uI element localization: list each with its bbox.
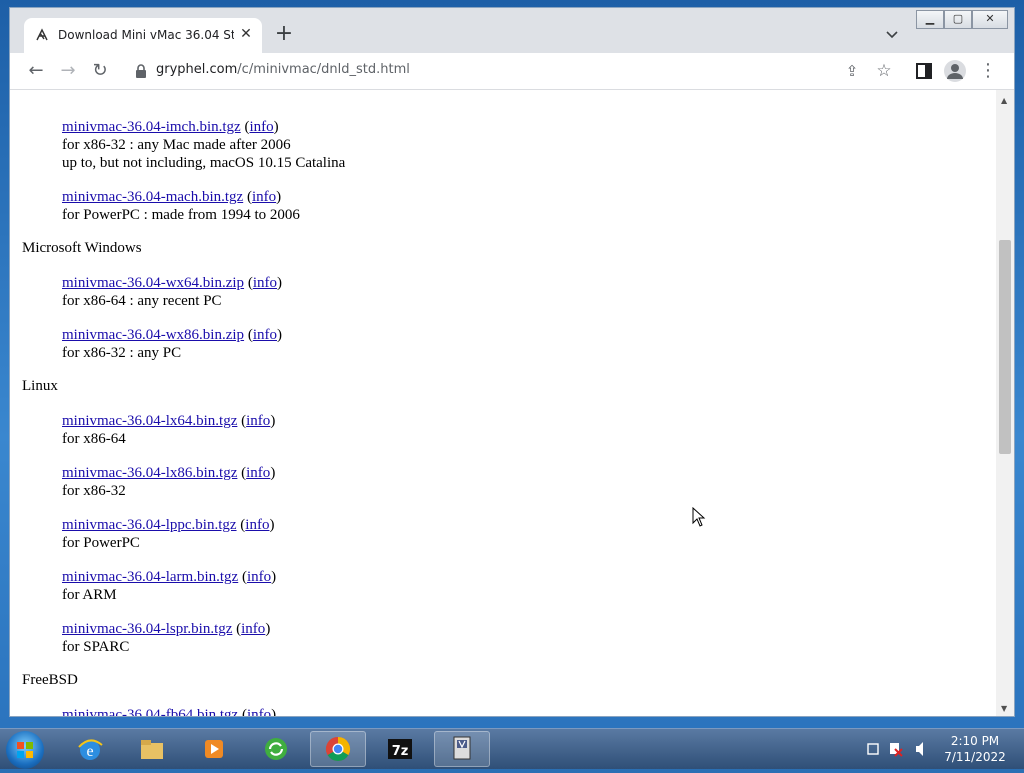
tab-title: Download Mini vMac 36.04 Standard [58,28,234,42]
list-item: minivmac-36.04-mach.bin.tgz (info) for P… [62,189,300,223]
url-host: gryphel.com [156,62,238,77]
svg-text:e: e [86,743,93,760]
list-item: minivmac-36.04-fb64.bin.tgz (info) [62,706,276,716]
address-bar[interactable]: gryphel.com/c/minivmac/dnld_std.html [156,62,410,77]
vertical-scrollbar[interactable]: ▲ ▼ [996,90,1014,716]
download-link[interactable]: minivmac-36.04-fb64.bin.tgz [62,707,238,716]
section-heading: Linux [22,378,58,394]
item-description: for PowerPC [62,535,140,551]
mini-vmac-icon [453,736,471,760]
download-link[interactable]: minivmac-36.04-imch.bin.tgz [62,119,241,135]
download-link[interactable]: minivmac-36.04-lppc.bin.tgz [62,517,237,533]
info-link[interactable]: info [252,189,276,205]
list-item: minivmac-36.04-wx64.bin.zip (info) for x… [62,275,282,309]
item-description: for x86-32 : any Mac made after 2006 [62,137,291,153]
media-player-icon [205,740,223,758]
section-heading: FreeBSD [22,672,78,688]
download-link[interactable]: minivmac-36.04-wx64.bin.zip [62,275,244,291]
page-content: minivmac-36.04-imch.bin.tgz (info) for x… [10,90,996,716]
list-item: minivmac-36.04-larm.bin.tgz (info) for A… [62,569,277,603]
list-item: minivmac-36.04-lspr.bin.tgz (info) for S… [62,621,271,655]
taskbar-ie[interactable]: e [62,731,118,767]
list-item: minivmac-36.04-imch.bin.tgz (info) for x… [62,119,346,171]
share-icon[interactable]: ⇪ [842,61,862,81]
item-description: for PowerPC : made from 1994 to 2006 [62,207,300,223]
item-description: for x86-32 [62,483,126,499]
chrome-window: Download Mini vMac 36.04 Standard ✕ + ▁ … [10,8,1014,716]
info-link[interactable]: info [247,707,271,716]
info-link[interactable]: info [247,569,271,585]
volume-icon [916,742,923,756]
item-description: for SPARC [62,639,130,655]
info-link[interactable]: info [245,517,269,533]
browser-toolbar: ← → ↻ gryphel.com/c/minivmac/dnld_std.ht… [10,53,1014,90]
reload-icon[interactable]: ↻ [90,61,110,81]
clock-time: 2:10 PM [950,734,1000,748]
item-description: for x86-32 : any PC [62,345,182,361]
clock[interactable]: 2:10 PM 7/11/2022 [940,733,1010,765]
tab-active[interactable]: Download Mini vMac 36.04 Standard ✕ [24,18,262,53]
sync-icon [265,738,287,760]
download-link[interactable]: minivmac-36.04-lx64.bin.tgz [62,413,237,429]
info-link[interactable]: info [253,327,277,343]
download-link[interactable]: minivmac-36.04-wx86.bin.zip [62,327,244,343]
svg-text:7z: 7z [392,744,409,759]
download-link[interactable]: minivmac-36.04-lx86.bin.tgz [62,465,237,481]
internet-explorer-icon: e [78,739,103,760]
list-item: minivmac-36.04-wx86.bin.zip (info) for x… [62,327,282,361]
url-path: /c/minivmac/dnld_std.html [237,62,410,77]
mouse-cursor-icon [692,507,706,527]
download-link[interactable]: minivmac-36.04-lspr.bin.tgz [62,621,232,637]
item-description: for ARM [62,587,117,603]
lock-icon[interactable] [134,63,148,79]
taskbar-sync[interactable] [248,731,304,767]
download-link[interactable]: minivmac-36.04-mach.bin.tgz [62,189,243,205]
tab-strip: Download Mini vMac 36.04 Standard ✕ + ▁ … [10,8,1014,53]
system-tray-icons[interactable] [864,735,934,763]
new-tab-icon[interactable]: + [274,23,294,45]
windows-logo-icon [17,742,33,758]
back-icon[interactable]: ← [26,61,46,81]
forward-icon[interactable]: → [58,61,78,81]
maximize-button[interactable]: ▢ [944,10,972,29]
scroll-up-arrow-icon[interactable]: ▲ [1001,96,1007,105]
chrome-icon [325,737,351,762]
network-icon [867,743,879,755]
7zip-icon: 7z [388,739,412,759]
minimize-button[interactable]: ▁ [916,10,944,29]
info-link[interactable]: info [241,621,265,637]
item-description: for x86-64 [62,431,126,447]
side-panel-icon[interactable] [914,61,934,81]
menu-kebab-icon[interactable]: ⋮ [978,61,998,81]
taskbar-7zip[interactable]: 7z [372,731,428,767]
info-link[interactable]: info [253,275,277,291]
profile-avatar-icon[interactable] [944,60,966,82]
info-link[interactable]: info [249,119,273,135]
taskbar: e 7z 2:10 PM 7/11/2022 [0,728,1024,769]
info-link[interactable]: info [246,413,270,429]
section-heading: Microsoft Windows [22,240,142,256]
download-link[interactable]: minivmac-36.04-larm.bin.tgz [62,569,238,585]
taskbar-chrome[interactable] [310,731,366,767]
tab-close-icon[interactable]: ✕ [238,26,254,42]
list-item: minivmac-36.04-lx86.bin.tgz (info) for x… [62,465,276,499]
list-item: minivmac-36.04-lx64.bin.tgz (info) for x… [62,413,276,447]
start-button[interactable] [6,731,44,769]
taskbar-explorer[interactable] [124,731,180,767]
gryphel-favicon-icon [36,28,48,41]
list-item: minivmac-36.04-lppc.bin.tgz (info) for P… [62,517,275,551]
tab-search-chevron-icon[interactable] [884,26,900,42]
bookmark-star-icon[interactable]: ☆ [874,61,894,81]
taskbar-minivmac[interactable] [434,731,490,767]
item-description: up to, but not including, macOS 10.15 Ca… [62,155,346,171]
folder-icon [141,740,163,759]
taskbar-media-player[interactable] [186,731,242,767]
scrollbar-thumb[interactable] [999,240,1011,454]
item-description: for x86-64 : any recent PC [62,293,222,309]
scroll-down-arrow-icon[interactable]: ▼ [1001,704,1007,713]
info-link[interactable]: info [246,465,270,481]
clock-date: 7/11/2022 [944,750,1006,764]
close-window-button[interactable]: ✕ [972,10,1008,29]
